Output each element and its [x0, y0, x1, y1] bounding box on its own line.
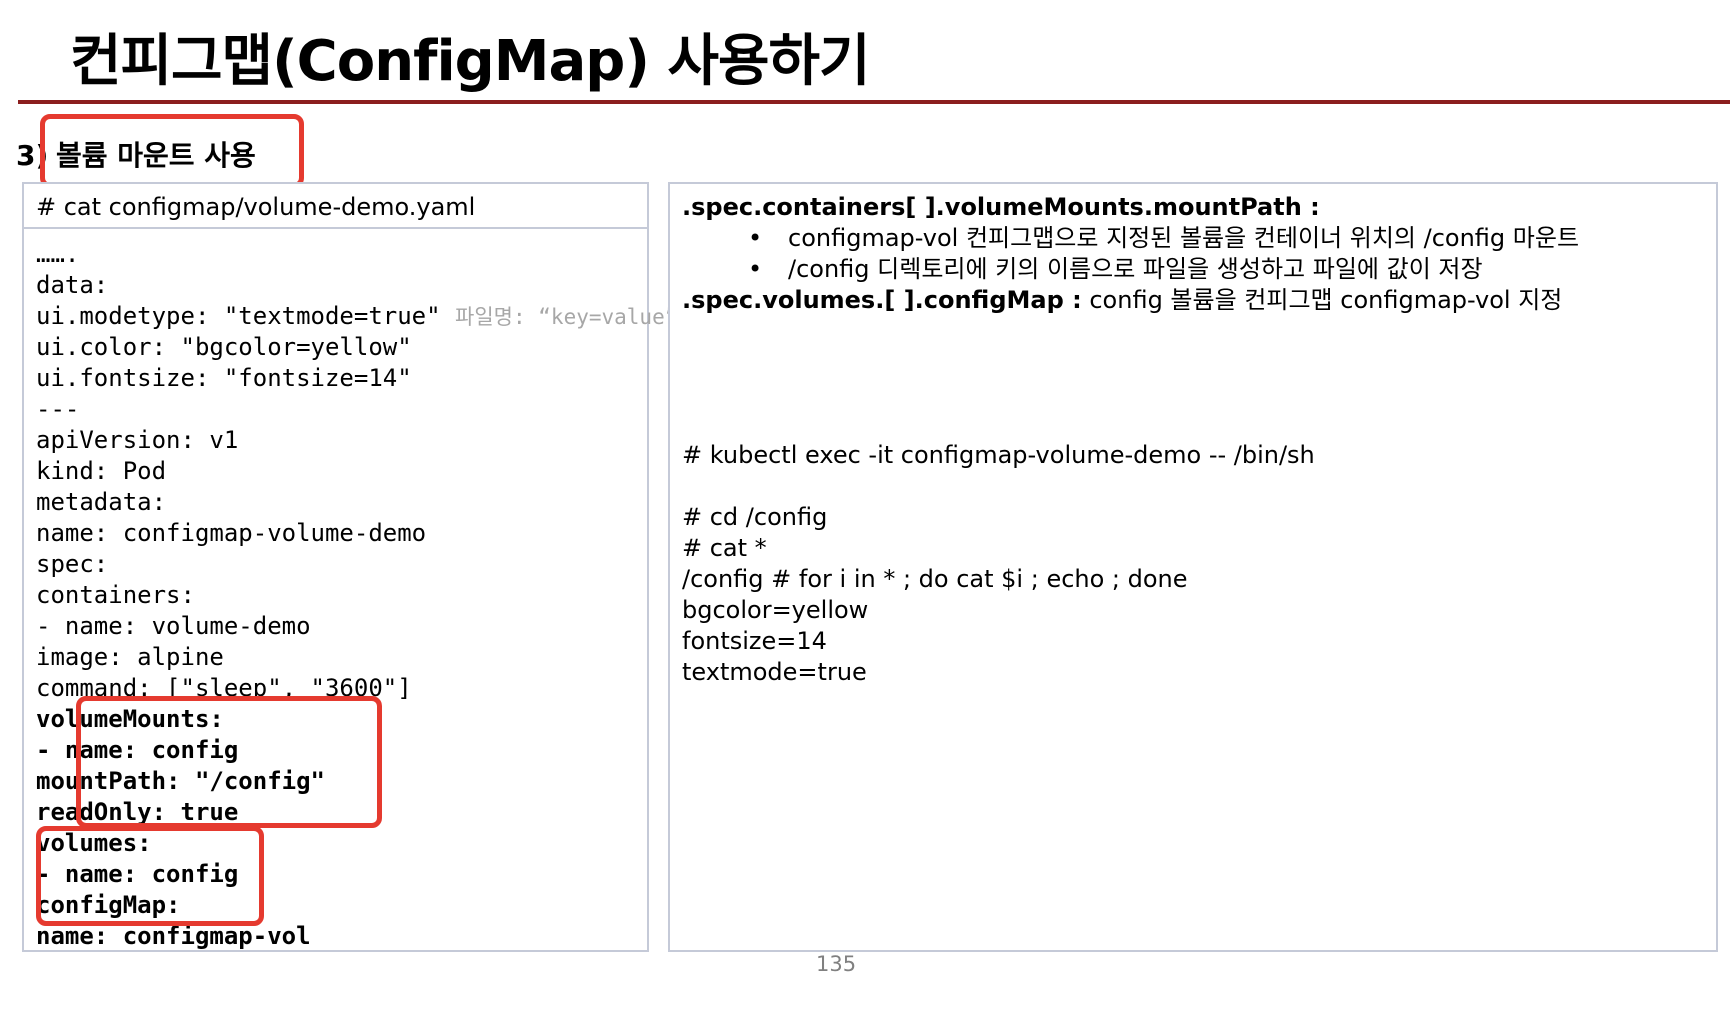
terminal-line: # cat *: [682, 534, 767, 562]
code-line-bold: volumeMounts:: [36, 705, 224, 733]
explanation-text: .spec.containers[ ].volumeMounts.mountPa…: [682, 192, 1579, 688]
code-line: spec:: [36, 550, 109, 578]
yaml-code: ……. data: ui.modetype: "textmode=true" 파일…: [36, 239, 677, 952]
code-line: kind: Pod: [36, 457, 167, 485]
code-line: image: alpine: [36, 643, 224, 671]
terminal-line: # kubectl exec -it configmap-volume-demo…: [682, 441, 1315, 469]
terminal-output: textmode=true: [682, 658, 867, 686]
terminal-output: fontsize=14: [682, 627, 827, 655]
explanation-panel: .spec.containers[ ].volumeMounts.mountPa…: [668, 182, 1718, 952]
code-line: - name: volume-demo: [36, 612, 311, 640]
bullet-text: configmap-vol 컨피그맵으로 지정된 볼륨을 컨테이너 위치의 /c…: [788, 224, 1580, 252]
slide-title: 컨피그맵(ConfigMap) 사용하기: [70, 29, 871, 94]
title-divider: [18, 100, 1730, 104]
code-line-bold: - name: config: [36, 860, 239, 888]
yaml-panel-header: # cat configmap/volume-demo.yaml: [36, 193, 476, 221]
code-text: ui.modetype: "textmode=true": [36, 302, 441, 330]
code-line: name: configmap-volume-demo: [36, 519, 427, 547]
code-line: metadata:: [36, 488, 167, 516]
code-line-bold: name: configmap-vol: [36, 922, 311, 950]
code-line: command: ["sleep", "3600"]: [36, 674, 412, 702]
mountpath-key: .spec.containers[ ].volumeMounts.mountPa…: [682, 193, 1320, 221]
terminal-output: bgcolor=yellow: [682, 596, 869, 624]
section-number: 3): [16, 139, 49, 172]
page-number: 135: [816, 952, 857, 976]
volumes-key: .spec.volumes.[ ].configMap :: [682, 286, 1082, 314]
bullet-item: • /config 디렉토리에 키의 이름으로 파일을 생성하고 파일에 값이 저…: [682, 254, 1579, 285]
code-line-bold: mountPath: "/config": [36, 767, 325, 795]
bullet-dot-icon: •: [748, 255, 763, 283]
volumes-desc: config 볼륨을 컨피그맵 configmap-vol 지정: [1081, 286, 1563, 314]
code-line: apiVersion: v1: [36, 426, 239, 454]
code-line: ui.color: "bgcolor=yellow": [36, 333, 412, 361]
code-line-bold: readOnly: true: [36, 798, 239, 826]
code-hint: 파일명: “key=value”: [455, 305, 678, 329]
yaml-panel-divider: [24, 227, 647, 229]
code-line: containers:: [36, 581, 195, 609]
terminal-line: /config # for i in * ; do cat $i ; echo …: [682, 565, 1188, 593]
terminal-line: # cd /config: [682, 503, 828, 531]
volumes-line: .spec.volumes.[ ].configMap : config 볼륨을…: [682, 285, 1579, 316]
bullet-item: • configmap-vol 컨피그맵으로 지정된 볼륨을 컨테이너 위치의 /…: [682, 223, 1579, 254]
code-line-bold: - name: config: [36, 736, 239, 764]
code-line-bold: volumes:: [36, 829, 152, 857]
code-line: ---: [36, 395, 80, 423]
code-line-bold: configMap:: [36, 891, 181, 919]
code-line: ui.fontsize: "fontsize=14": [36, 364, 412, 392]
section-heading: 볼륨 마운트 사용: [56, 139, 256, 172]
bullet-dot-icon: •: [748, 224, 763, 252]
code-line: data:: [36, 271, 109, 299]
code-line: ui.modetype: "textmode=true" 파일명: “key=v…: [36, 301, 677, 332]
bullet-text: /config 디렉토리에 키의 이름으로 파일을 생성하고 파일에 값이 저장: [788, 255, 1483, 283]
code-line: …….: [36, 240, 80, 268]
yaml-panel: # cat configmap/volume-demo.yaml ……. data…: [22, 182, 677, 952]
